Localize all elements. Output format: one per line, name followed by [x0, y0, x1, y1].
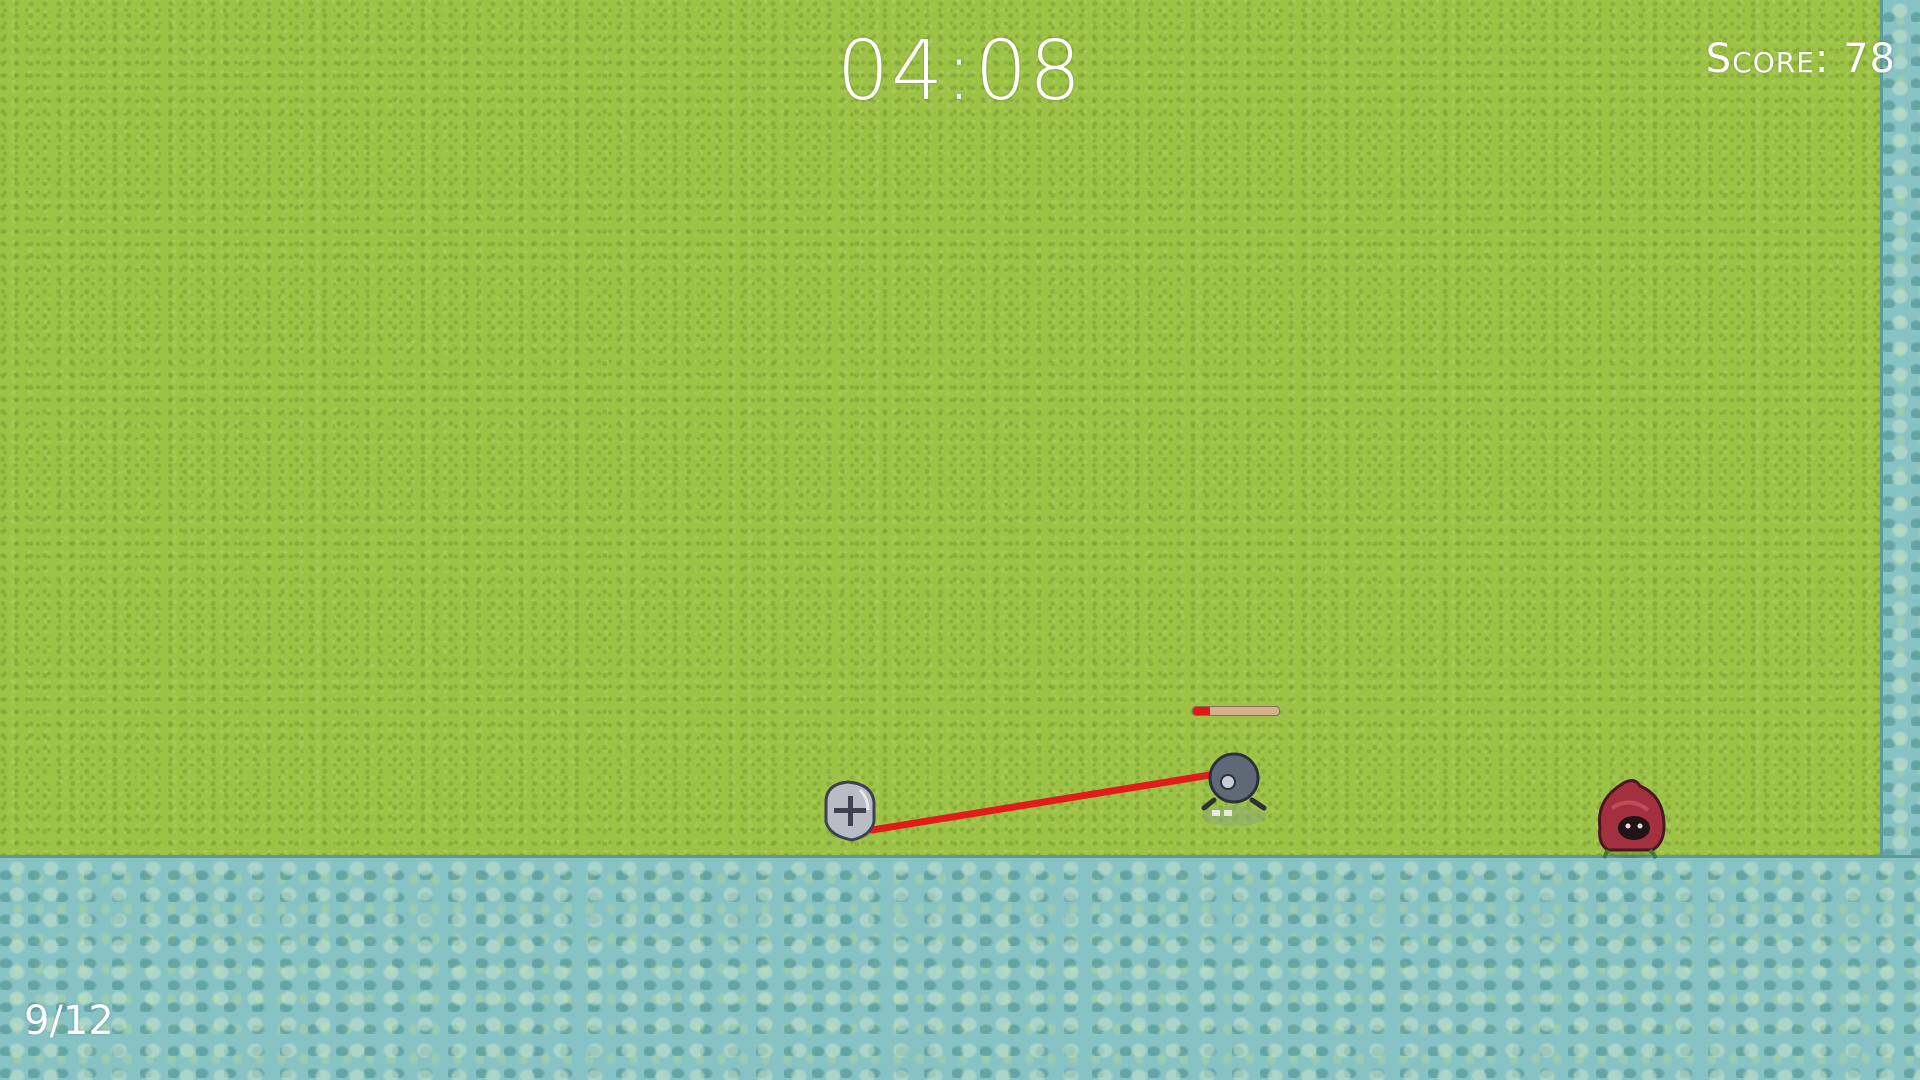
sprites-layer: [824, 752, 1666, 860]
enemy-health-fill: [1193, 707, 1211, 715]
knight-helmet-icon: [824, 780, 876, 842]
enemy-health-bar: [1192, 706, 1280, 716]
round-timer: 04:08: [836, 24, 1084, 119]
gray-blob-enemy-icon: [1201, 752, 1267, 826]
game-viewport[interactable]: 04:08 Score: 78 9/12: [0, 0, 1920, 1080]
red-hooded-enemy-icon: [1597, 779, 1666, 860]
laser-beam: [868, 771, 1214, 834]
wave-counter: 9/12: [24, 998, 114, 1044]
score-display: Score: 78: [1705, 36, 1896, 82]
